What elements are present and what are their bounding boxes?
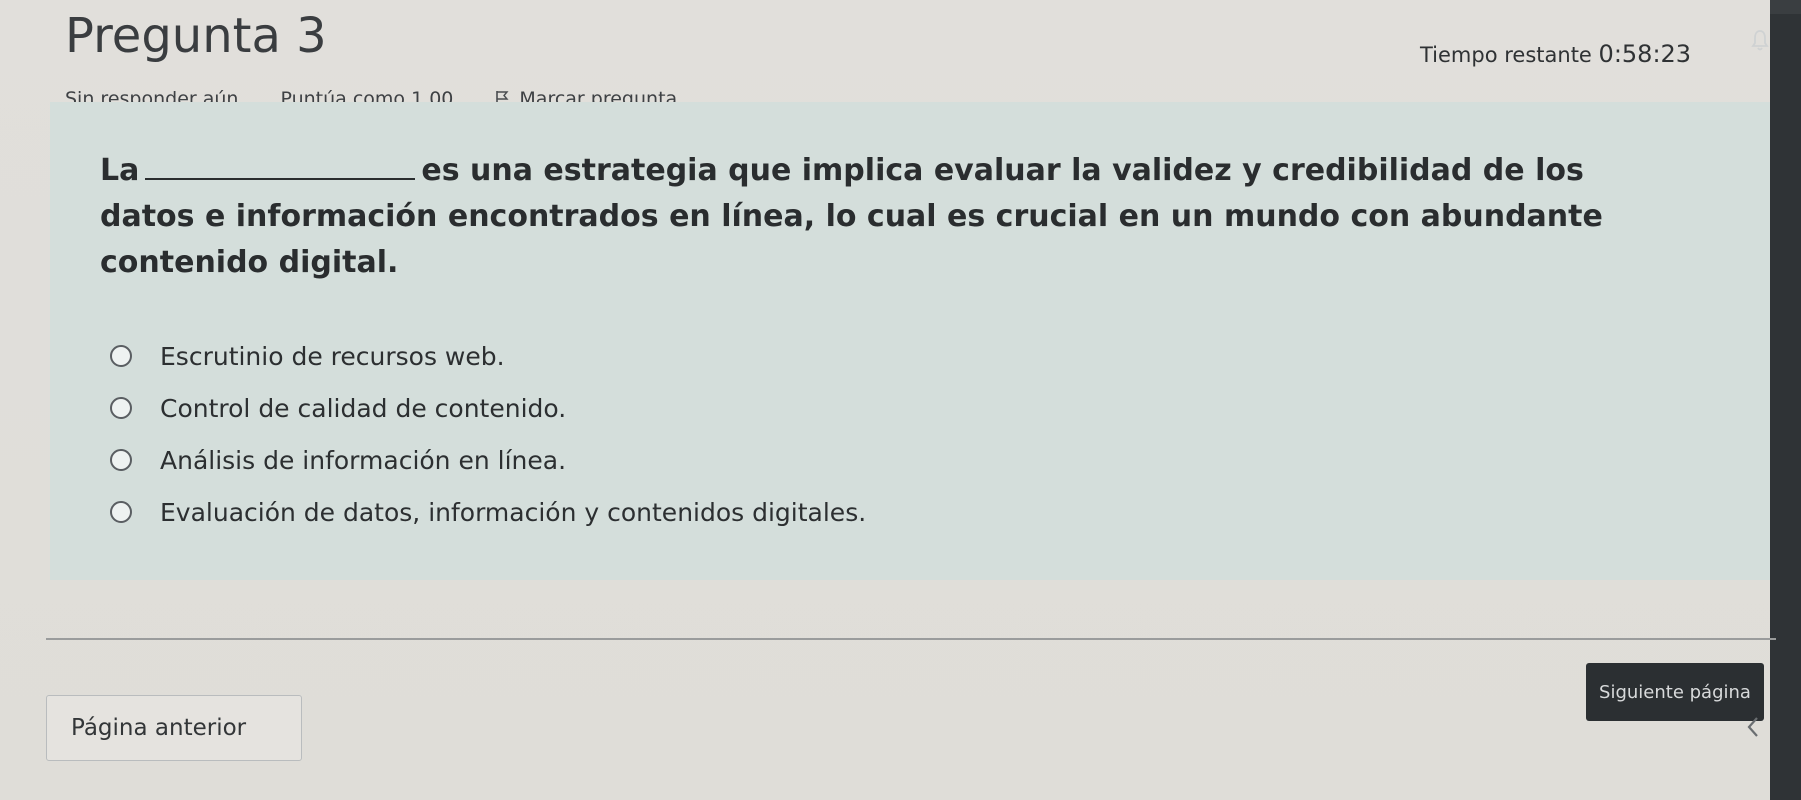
quiz-page: Pregunta 3 Tiempo restante 0:58:23 Sin r… xyxy=(0,0,1776,800)
radio-button[interactable] xyxy=(110,449,132,471)
radio-button[interactable] xyxy=(110,345,132,367)
question-title: Pregunta 3 xyxy=(65,8,327,64)
answer-option[interactable]: Control de calidad de contenido. xyxy=(110,382,866,434)
answer-label: Escrutinio de recursos web. xyxy=(160,341,505,371)
timer-label: Tiempo restante xyxy=(1420,43,1592,67)
timer-value: 0:58:23 xyxy=(1598,40,1692,68)
radio-button[interactable] xyxy=(110,501,132,523)
chevron-left-icon[interactable] xyxy=(1744,714,1762,740)
answer-options: Escrutinio de recursos web. Control de c… xyxy=(110,330,866,538)
previous-page-button[interactable]: Página anterior xyxy=(46,695,302,761)
bell-icon[interactable] xyxy=(1750,28,1770,52)
answer-option[interactable]: Análisis de información en línea. xyxy=(110,434,866,486)
question-text-before: La xyxy=(100,153,140,188)
answer-label: Evaluación de datos, información y conte… xyxy=(160,497,867,527)
answer-label: Control de calidad de contenido. xyxy=(160,393,567,423)
answer-blank xyxy=(145,152,416,180)
question-text: La es una estrategia que implica evaluar … xyxy=(100,148,1680,286)
radio-button[interactable] xyxy=(110,397,132,419)
next-page-button[interactable]: Siguiente página xyxy=(1586,663,1764,721)
answer-label: Análisis de información en línea. xyxy=(160,445,567,475)
section-divider xyxy=(46,638,1776,640)
answer-option[interactable]: Escrutinio de recursos web. xyxy=(110,330,866,382)
answer-option[interactable]: Evaluación de datos, información y conte… xyxy=(110,486,866,538)
timer: Tiempo restante 0:58:23 xyxy=(1420,40,1691,68)
